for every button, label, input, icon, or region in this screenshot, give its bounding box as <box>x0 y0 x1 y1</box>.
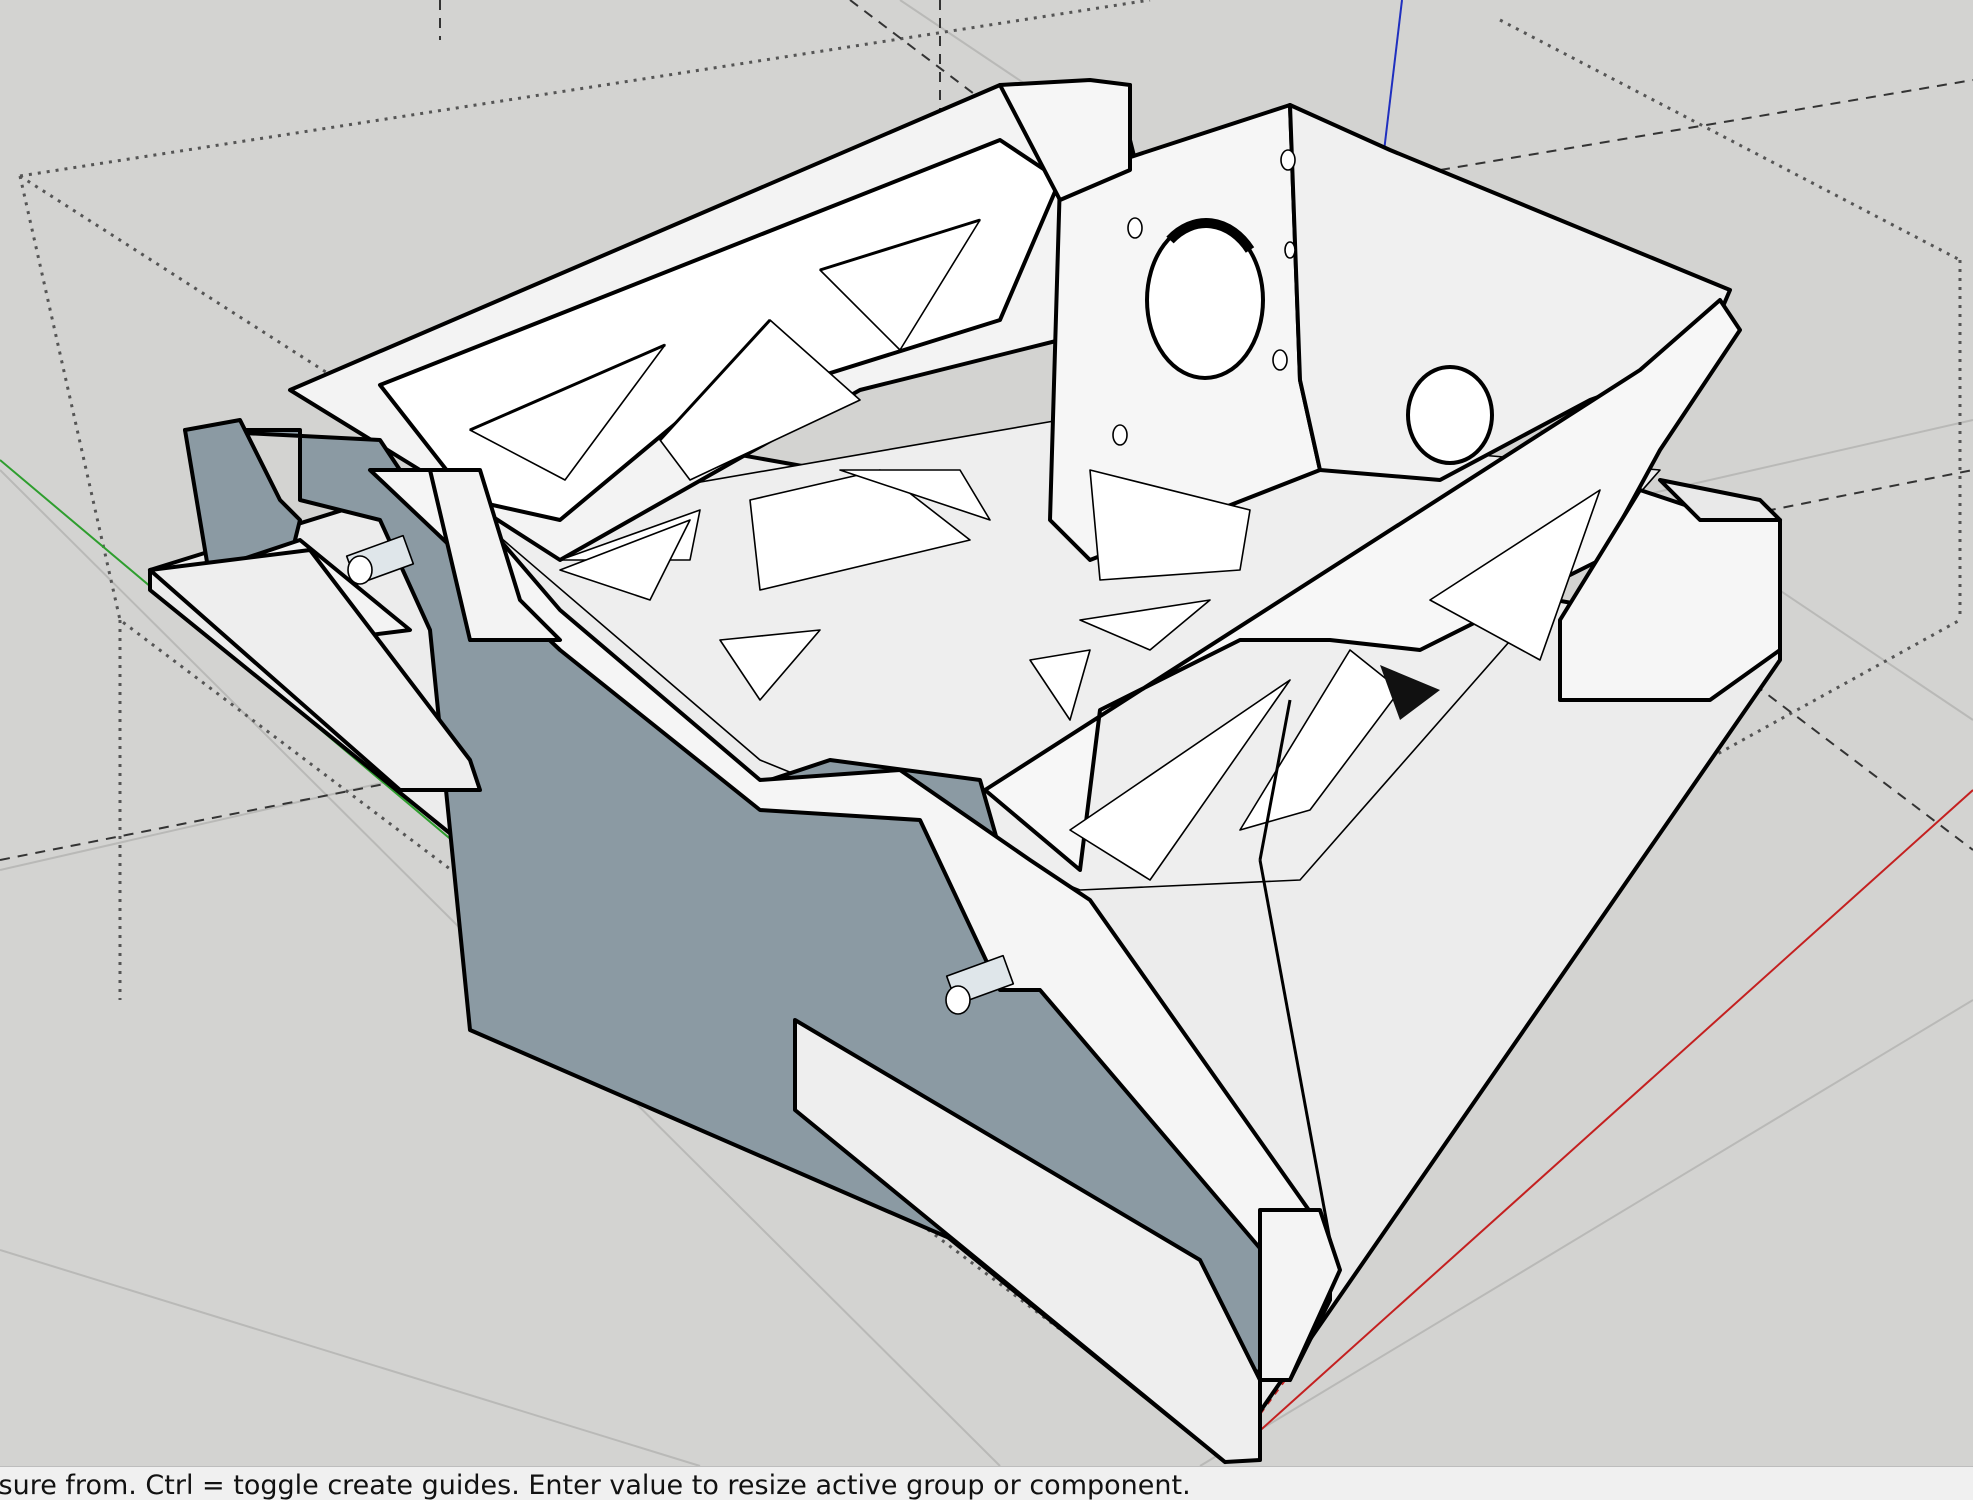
modeling-viewport[interactable] <box>0 0 1973 1466</box>
shaft-hole <box>1406 365 1494 465</box>
model-bracket[interactable] <box>148 78 1782 1464</box>
status-bar: asure from. Ctrl = toggle create guides.… <box>0 1466 1973 1500</box>
status-hint-text: asure from. Ctrl = toggle create guides.… <box>0 1470 1191 1500</box>
